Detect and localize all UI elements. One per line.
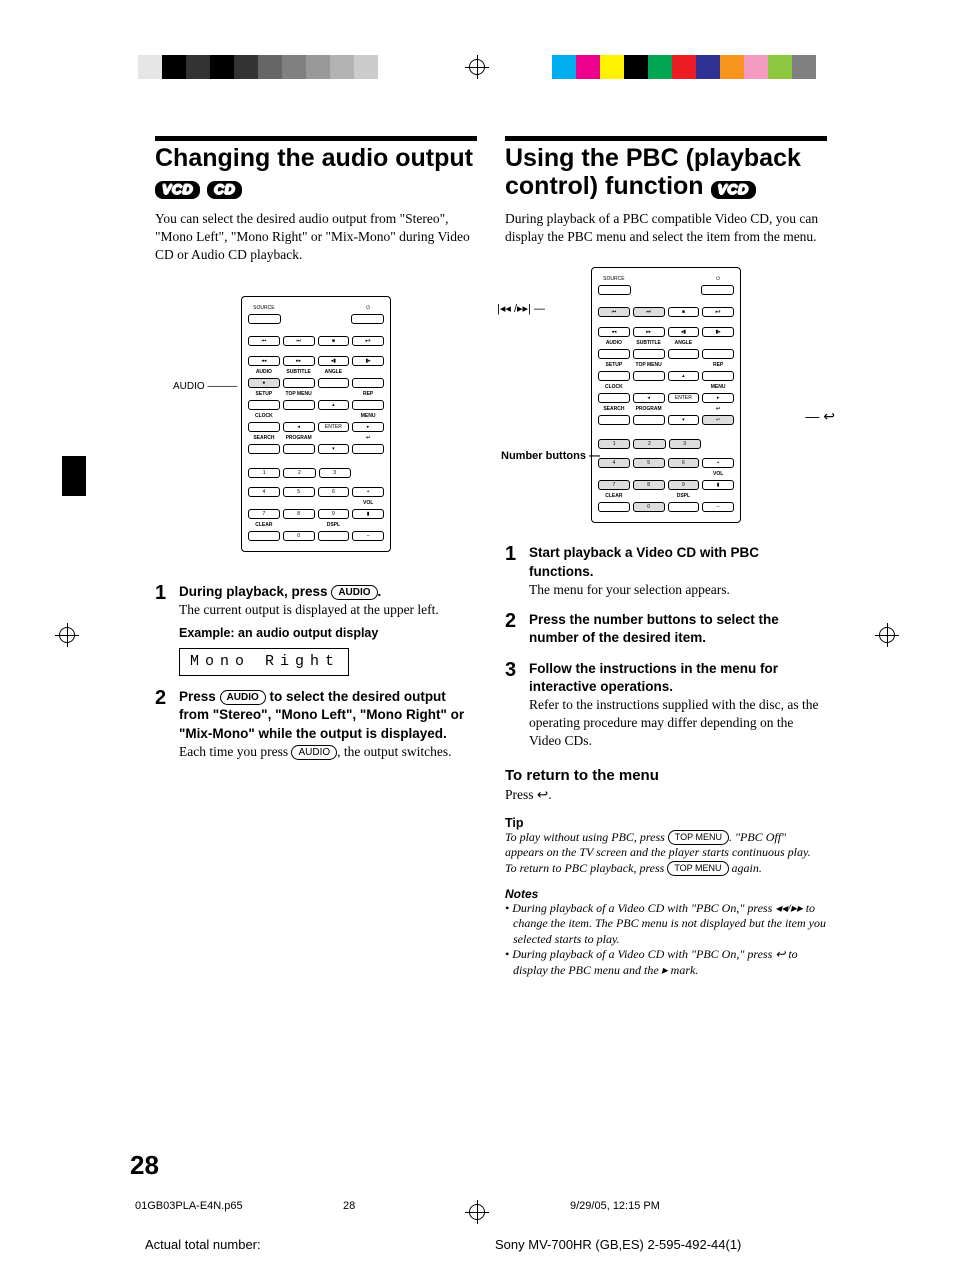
pill-top-menu: TOP MENU (667, 861, 728, 876)
left-step-1: 1 During playback, press AUDIO. The curr… (155, 583, 477, 677)
notes-heading: Notes (505, 887, 827, 901)
remote-diagram-left: AUDIO ——— SOURCE⏻ ⏮⏭■▸⏸ ◂◂▸▸◂▮▮▸ AUDIOSU… (155, 279, 477, 569)
example-label: Example: an audio output display (179, 625, 439, 642)
registration-mark-top (465, 55, 489, 79)
badge-vcd: VCD (155, 181, 200, 199)
step-number-3: 3 (505, 660, 521, 751)
step2-lead: Press AUDIO to select the desired output… (179, 689, 464, 740)
remote-diagram-right: |◂◂ /▸▸| — Number buttons — — ↩ SOURCE⏻ … (505, 260, 827, 530)
registration-mark-right (875, 623, 899, 647)
step-number-1: 1 (505, 544, 521, 599)
right-step-2: 2 Press the number buttons to select the… (505, 611, 827, 647)
notes-list: • During playback of a Video CD with "PB… (505, 901, 827, 979)
r-step2-lead: Press the number buttons to select the n… (529, 612, 779, 645)
registration-mark-left (55, 623, 79, 647)
audio-output-display: Mono Right (179, 648, 349, 676)
footer-date: 9/29/05, 12:15 PM (570, 1200, 660, 1212)
tip-heading: Tip (505, 816, 827, 830)
callout-number-buttons: Number buttons — (501, 450, 600, 463)
registration-mark-bottom (465, 1200, 489, 1224)
section-tab (62, 456, 86, 496)
step1-lead: During playback, press AUDIO. (179, 584, 381, 599)
color-bar-cmyk (552, 55, 816, 79)
footer-actual-total: Actual total number: (145, 1237, 261, 1252)
note-item: • During playback of a Video CD with "PB… (505, 901, 827, 948)
step-number-2: 2 (155, 688, 171, 761)
r-step1-lead: Start playback a Video CD with PBC funct… (529, 545, 759, 578)
right-step-1: 1 Start playback a Video CD with PBC fun… (505, 544, 827, 599)
right-step-3: 3 Follow the instructions in the menu fo… (505, 660, 827, 751)
step1-body: The current output is displayed at the u… (179, 602, 439, 617)
pill-top-menu: TOP MENU (668, 830, 729, 845)
step-number-1: 1 (155, 583, 171, 677)
left-title: Changing the audio output VCD CD (155, 145, 477, 200)
left-column: Changing the audio output VCD CD You can… (155, 136, 477, 979)
tip-body: To play without using PBC, press TOP MEN… (505, 830, 827, 877)
right-title: Using the PBC (playback control) functio… (505, 145, 827, 200)
remote-illustration: SOURCE⏻ ⏮⏭■▸⏸ ◂◂▸▸◂▮▮▸ AUDIOSUBTITLEANGL… (241, 296, 391, 552)
step-number-2: 2 (505, 611, 521, 647)
r-step3-lead: Follow the instructions in the menu for … (529, 661, 778, 694)
pill-audio: AUDIO (331, 585, 377, 600)
badge-vcd: VCD (711, 181, 756, 199)
color-bar-grayscale (138, 55, 378, 79)
page-content: Changing the audio output VCD CD You can… (155, 136, 827, 979)
footer-model: Sony MV-700HR (GB,ES) 2-595-492-44(1) (495, 1237, 741, 1252)
callout-audio: AUDIO ——— (173, 381, 237, 392)
r-step1-body: The menu for your selection appears. (529, 582, 730, 597)
left-intro: You can select the desired audio output … (155, 210, 477, 265)
page-number: 28 (130, 1150, 159, 1181)
right-column: Using the PBC (playback control) functio… (505, 136, 827, 979)
step2-body: Each time you press AUDIO, the output sw… (179, 744, 452, 759)
remote-illustration: SOURCE⏻ ⏮⏭■▸⏸ ◂◂▸▸◂▮▮▸ AUDIOSUBTITLEANGL… (591, 267, 741, 523)
pill-audio: AUDIO (220, 690, 266, 705)
return-body: Press ↩. (505, 786, 827, 804)
left-title-text: Changing the audio output (155, 144, 473, 172)
return-heading: To return to the menu (505, 767, 827, 784)
pill-audio: AUDIO (291, 745, 337, 760)
r-step3-body: Refer to the instructions supplied with … (529, 697, 818, 748)
note-item: • During playback of a Video CD with "PB… (505, 947, 827, 978)
right-title-text: Using the PBC (playback control) functio… (505, 144, 801, 200)
badge-cd: CD (207, 181, 242, 199)
callout-return: — ↩ (805, 408, 835, 425)
heading-rule (155, 136, 477, 141)
right-intro: During playback of a PBC compatible Vide… (505, 210, 827, 246)
heading-rule (505, 136, 827, 141)
left-step-2: 2 Press AUDIO to select the desired outp… (155, 688, 477, 761)
footer-filename: 01GB03PLA-E4N.p65 (135, 1200, 243, 1212)
footer-page: 28 (343, 1200, 355, 1212)
callout-prev-next: |◂◂ /▸▸| — (497, 302, 545, 315)
